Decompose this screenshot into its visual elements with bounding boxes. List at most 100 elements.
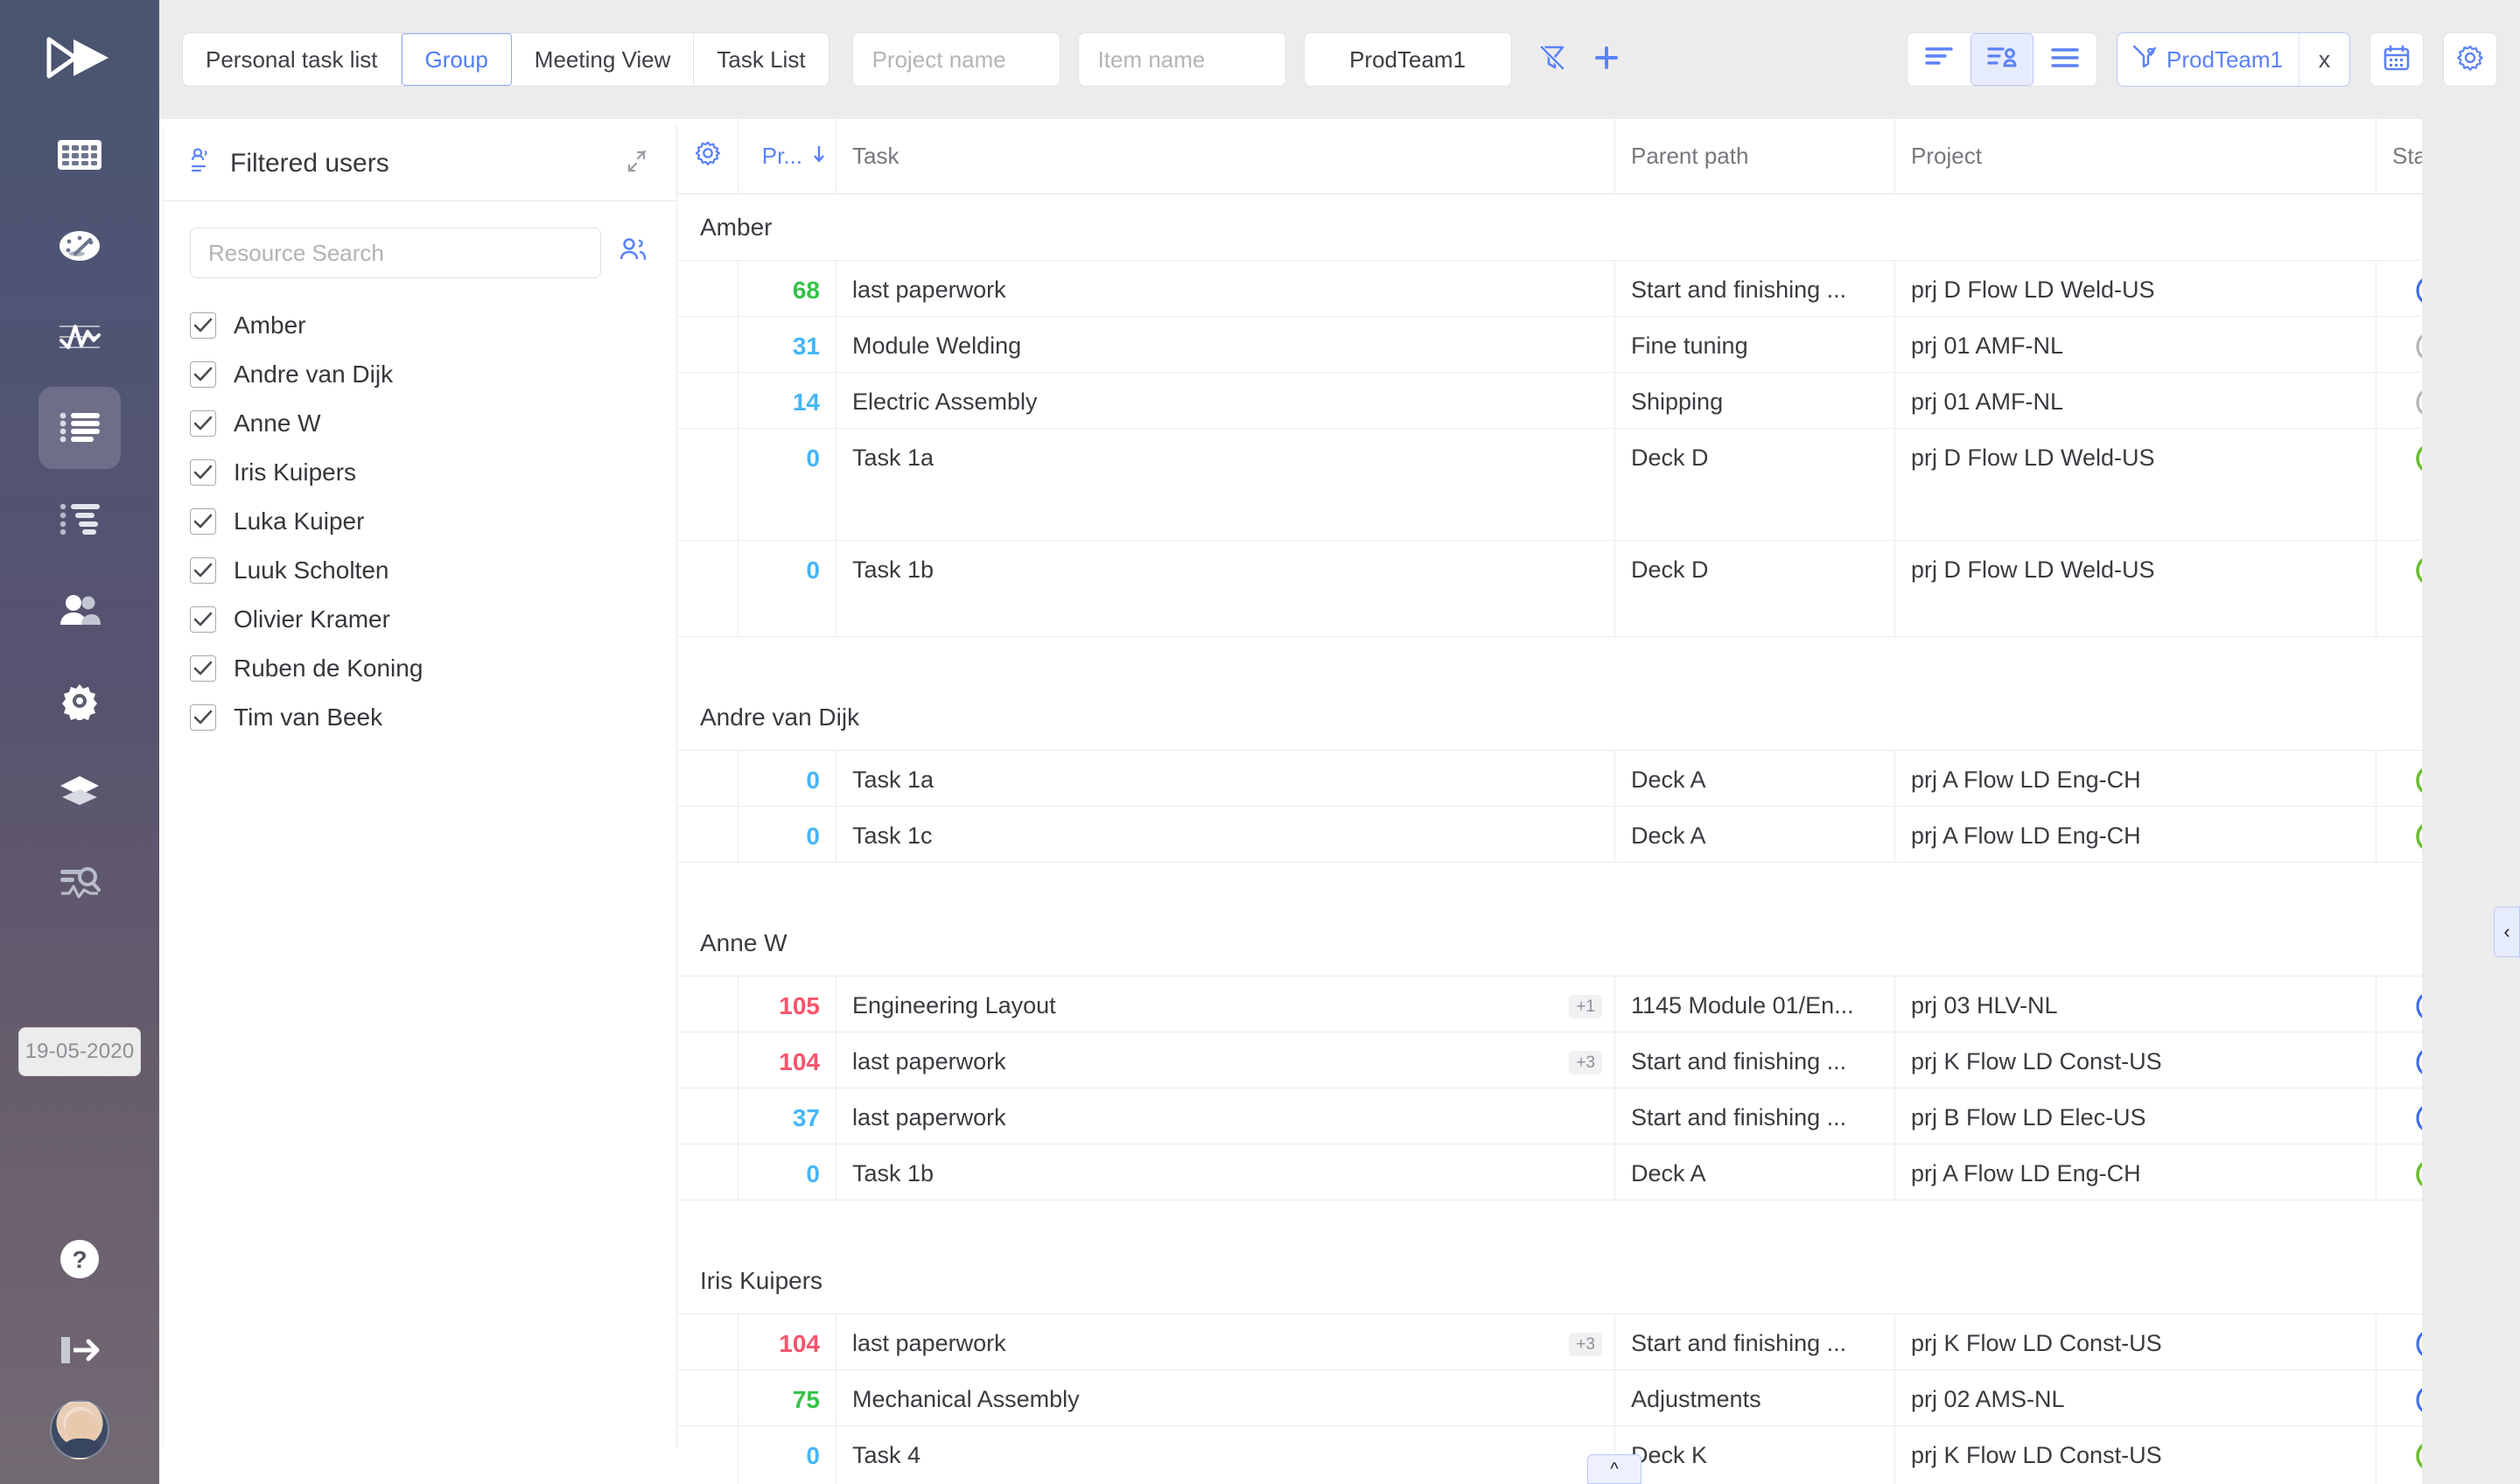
column-settings-button[interactable]: [677, 119, 738, 193]
checkbox-icon[interactable]: [190, 508, 216, 535]
calendar-button[interactable]: [2370, 32, 2424, 87]
checkbox-icon[interactable]: [190, 361, 216, 388]
row-handle-cell[interactable]: [677, 541, 738, 636]
scroll-to-top-button[interactable]: ^: [1587, 1454, 1642, 1484]
collapse-panel-button[interactable]: [624, 148, 650, 178]
settings-button[interactable]: [2443, 32, 2497, 87]
logout-button[interactable]: [38, 1309, 121, 1391]
checkbox-icon[interactable]: [190, 704, 216, 731]
task-cell[interactable]: Task 1b: [836, 1144, 1615, 1200]
user-checkbox-row[interactable]: Olivier Kramer: [190, 595, 650, 644]
column-header-parent-path[interactable]: Parent path: [1615, 119, 1895, 193]
row-handle-cell[interactable]: [677, 1370, 738, 1425]
sidebar-item-report-search[interactable]: [38, 842, 121, 924]
user-checkbox-row[interactable]: Anne W: [190, 399, 650, 448]
task-cell[interactable]: Task 4: [836, 1426, 1615, 1484]
help-button[interactable]: ?: [38, 1218, 121, 1300]
team-filter-input[interactable]: [1303, 32, 1512, 87]
checkbox-icon[interactable]: [190, 655, 216, 682]
user-checkbox-row[interactable]: Tim van Beek: [190, 693, 650, 742]
table-row[interactable]: 68 last paperwork Start and finishing ... p…: [677, 261, 2520, 317]
table-row[interactable]: 14 Electric Assembly Shipping prj 01 AMF-NL…: [677, 373, 2520, 429]
sidebar-item-people[interactable]: [38, 569, 121, 651]
sidebar-item-structure[interactable]: [38, 478, 121, 560]
checkbox-icon[interactable]: [190, 459, 216, 486]
user-checkbox-row[interactable]: Amber: [190, 301, 650, 350]
task-cell[interactable]: last paperwork: [836, 1088, 1615, 1144]
sidebar-item-task-list[interactable]: [38, 387, 121, 469]
view-mode-resource[interactable]: [1970, 33, 2034, 86]
table-row[interactable]: 31 Module Welding Fine tuning prj 01 AMF-NL…: [677, 317, 2520, 373]
user-checkbox-row[interactable]: Ruben de Koning: [190, 644, 650, 693]
row-handle-cell[interactable]: [677, 976, 738, 1032]
group-header[interactable]: Andre van Dijk: [677, 684, 2520, 751]
close-icon[interactable]: x: [2299, 33, 2349, 86]
task-cell[interactable]: Engineering Layout +1: [836, 976, 1615, 1032]
group-header[interactable]: Iris Kuipers: [677, 1248, 2520, 1314]
table-row[interactable]: 0Task 1aDeck Aprj A Flow LD Eng-CHEn: [677, 751, 2520, 807]
group-header[interactable]: Amber: [677, 194, 2520, 261]
user-checkbox-row[interactable]: Iris Kuipers: [190, 448, 650, 497]
avatar[interactable]: [50, 1400, 109, 1460]
sidebar-item-dashboard[interactable]: [38, 205, 121, 287]
chip-content[interactable]: ProdTeam1: [2118, 44, 2299, 76]
table-row[interactable]: 104 last paperwork +3 Start and finishing .…: [677, 1032, 2520, 1088]
table-row[interactable]: 0Task 1aDeck Dprj D Flow LD Weld-USW: [677, 429, 2520, 541]
table-row[interactable]: 0Task 1bDeck Aprj A Flow LD Eng-CHEn: [677, 1144, 2520, 1200]
row-handle-cell[interactable]: [677, 261, 738, 316]
task-cell[interactable]: Task 1c: [836, 807, 1615, 862]
collapse-columns-button[interactable]: ‹: [2494, 906, 2520, 957]
user-checkbox-row[interactable]: Luuk Scholten: [190, 546, 650, 595]
group-header[interactable]: Anne W: [677, 910, 2520, 976]
view-mode-list[interactable]: [1908, 33, 1970, 86]
task-cell[interactable]: last paperwork +3: [836, 1032, 1615, 1088]
table-row[interactable]: 104 last paperwork +3 Start and finishing .…: [677, 1314, 2520, 1370]
row-handle-cell[interactable]: [677, 751, 738, 806]
sidebar-item-settings[interactable]: [38, 660, 121, 742]
add-filter-button[interactable]: [1582, 35, 1631, 84]
task-cell[interactable]: Task 1b: [836, 541, 1615, 636]
row-handle-cell[interactable]: [677, 1144, 738, 1200]
task-cell[interactable]: Task 1a: [836, 751, 1615, 806]
tab-meeting-view[interactable]: Meeting View: [512, 33, 695, 86]
checkbox-icon[interactable]: [190, 312, 216, 339]
clear-filter-button[interactable]: [1528, 35, 1577, 84]
row-handle-cell[interactable]: [677, 1088, 738, 1144]
row-handle-cell[interactable]: [677, 1426, 738, 1484]
row-handle-cell[interactable]: [677, 373, 738, 428]
tab-group[interactable]: Group: [401, 33, 512, 86]
row-handle-cell[interactable]: [677, 317, 738, 372]
sidebar-item-layers[interactable]: [38, 751, 121, 833]
row-handle-cell[interactable]: [677, 1314, 738, 1369]
user-checkbox-row[interactable]: Andre van Dijk: [190, 350, 650, 399]
checkbox-icon[interactable]: [190, 606, 216, 633]
task-cell[interactable]: Module Welding: [836, 317, 1615, 372]
table-row[interactable]: 0Task 1bDeck Dprj D Flow LD Weld-USW: [677, 541, 2520, 637]
project-name-filter-input[interactable]: [851, 32, 1060, 87]
task-cell[interactable]: last paperwork +3: [836, 1314, 1615, 1369]
task-cell[interactable]: Mechanical Assembly: [836, 1370, 1615, 1425]
table-row[interactable]: 75 Mechanical Assembly Adjustments prj 02 A…: [677, 1370, 2520, 1426]
sidebar-item-analytics[interactable]: [38, 296, 121, 378]
table-row[interactable]: 105 Engineering Layout +1 1145 Module 01/En…: [677, 976, 2520, 1032]
task-cell[interactable]: Task 1a: [836, 429, 1615, 540]
table-row[interactable]: 37 last paperwork Start and finishing ... p…: [677, 1088, 2520, 1144]
task-cell[interactable]: last paperwork: [836, 261, 1615, 316]
checkbox-icon[interactable]: [190, 410, 216, 437]
column-header-task[interactable]: Task: [836, 119, 1615, 193]
tab-task-list[interactable]: Task List: [694, 33, 828, 86]
view-mode-compact[interactable]: [2034, 33, 2096, 86]
column-header-priority[interactable]: Pr...: [738, 119, 836, 193]
tab-personal-task-list[interactable]: Personal task list: [183, 33, 402, 86]
app-logo-icon[interactable]: [42, 33, 117, 82]
sidebar-item-grid[interactable]: [38, 114, 121, 196]
current-date-badge[interactable]: 19-05-2020: [18, 1027, 141, 1076]
user-checkbox-row[interactable]: Luka Kuiper: [190, 497, 650, 546]
checkbox-icon[interactable]: [190, 557, 216, 584]
search-input[interactable]: [190, 228, 601, 278]
row-handle-cell[interactable]: [677, 807, 738, 862]
task-cell[interactable]: Electric Assembly: [836, 373, 1615, 428]
item-name-filter-input[interactable]: [1077, 32, 1286, 87]
row-handle-cell[interactable]: [677, 1032, 738, 1088]
add-people-icon[interactable]: [619, 237, 650, 270]
